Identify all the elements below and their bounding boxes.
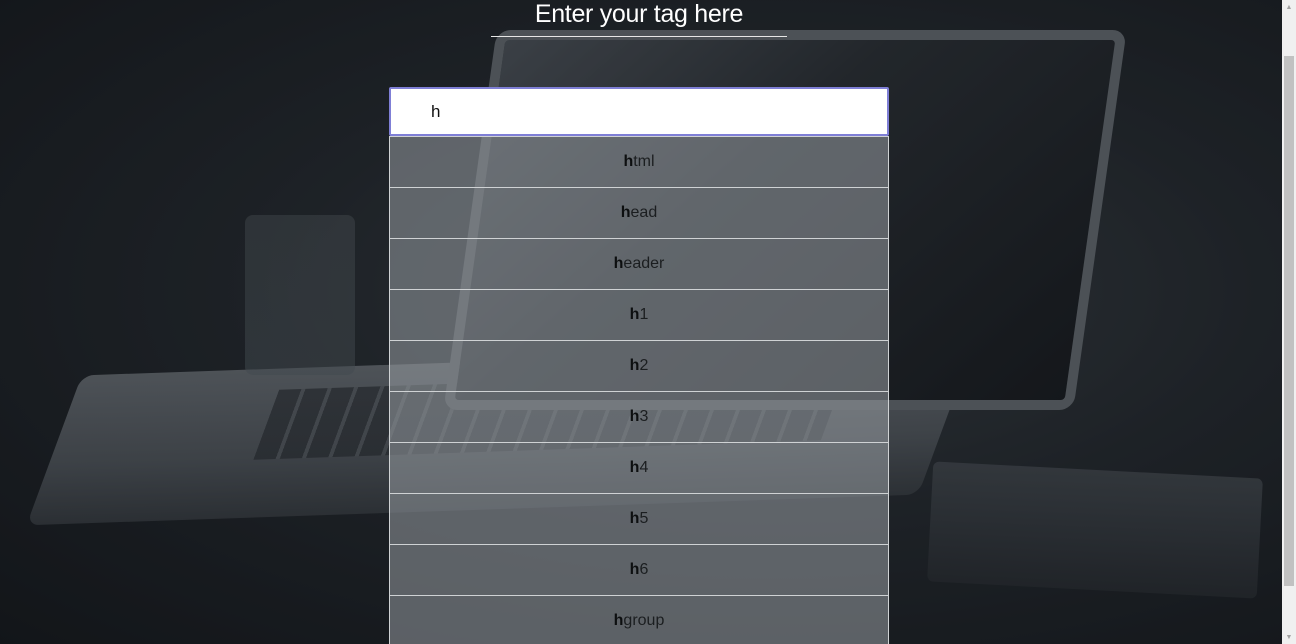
suggestion-item-html[interactable]: h tml xyxy=(389,136,889,188)
suggestion-item-header[interactable]: h eader xyxy=(389,239,889,290)
scroll-down-arrow-icon[interactable]: ▼ xyxy=(1282,630,1296,644)
suggestion-item-h4[interactable]: h4 xyxy=(389,443,889,494)
suggestion-match: h xyxy=(629,561,640,578)
suggestion-list: h tml h ead h eader h1 h2 h3 h4 h5 h6 h grou… xyxy=(389,136,889,644)
suggestion-match: h xyxy=(629,408,640,425)
suggestion-match: h xyxy=(620,204,631,221)
suggestion-rest: 3 xyxy=(639,408,649,425)
page-scrollbar[interactable]: ▲ ▼ xyxy=(1282,0,1296,644)
suggestion-rest: 4 xyxy=(639,459,649,476)
scroll-up-arrow-icon[interactable]: ▲ xyxy=(1282,0,1296,14)
suggestion-item-h3[interactable]: h3 xyxy=(389,392,889,443)
suggestion-rest: tml xyxy=(633,153,655,170)
page-title: Enter your tag here xyxy=(534,0,744,28)
suggestion-match: h xyxy=(629,357,640,374)
title-block: Enter your tag here xyxy=(491,0,787,37)
suggestion-rest: group xyxy=(623,612,665,629)
suggestion-rest: eader xyxy=(623,255,665,272)
tag-search-box[interactable] xyxy=(389,87,889,136)
suggestion-rest: 6 xyxy=(639,561,649,578)
suggestion-match: h xyxy=(613,612,624,629)
suggestion-match: h xyxy=(629,306,640,323)
suggestion-item-head[interactable]: h ead xyxy=(389,188,889,239)
suggestion-match: h xyxy=(629,459,640,476)
suggestion-match: h xyxy=(613,255,624,272)
suggestion-rest: 1 xyxy=(639,306,649,323)
suggestion-item-h1[interactable]: h1 xyxy=(389,290,889,341)
tag-search-input[interactable] xyxy=(391,89,887,134)
suggestion-rest: ead xyxy=(630,204,658,221)
suggestion-rest: 2 xyxy=(639,357,649,374)
suggestion-item-hgroup[interactable]: h group xyxy=(389,596,889,644)
scrollbar-thumb[interactable] xyxy=(1284,56,1294,586)
suggestion-item-h2[interactable]: h2 xyxy=(389,341,889,392)
suggestion-rest: 5 xyxy=(639,510,649,527)
suggestion-match: h xyxy=(629,510,640,527)
suggestion-item-h5[interactable]: h5 xyxy=(389,494,889,545)
suggestion-match: h xyxy=(623,153,634,170)
suggestion-item-h6[interactable]: h6 xyxy=(389,545,889,596)
page-background: Enter your tag here html head header h1 … xyxy=(0,0,1282,644)
